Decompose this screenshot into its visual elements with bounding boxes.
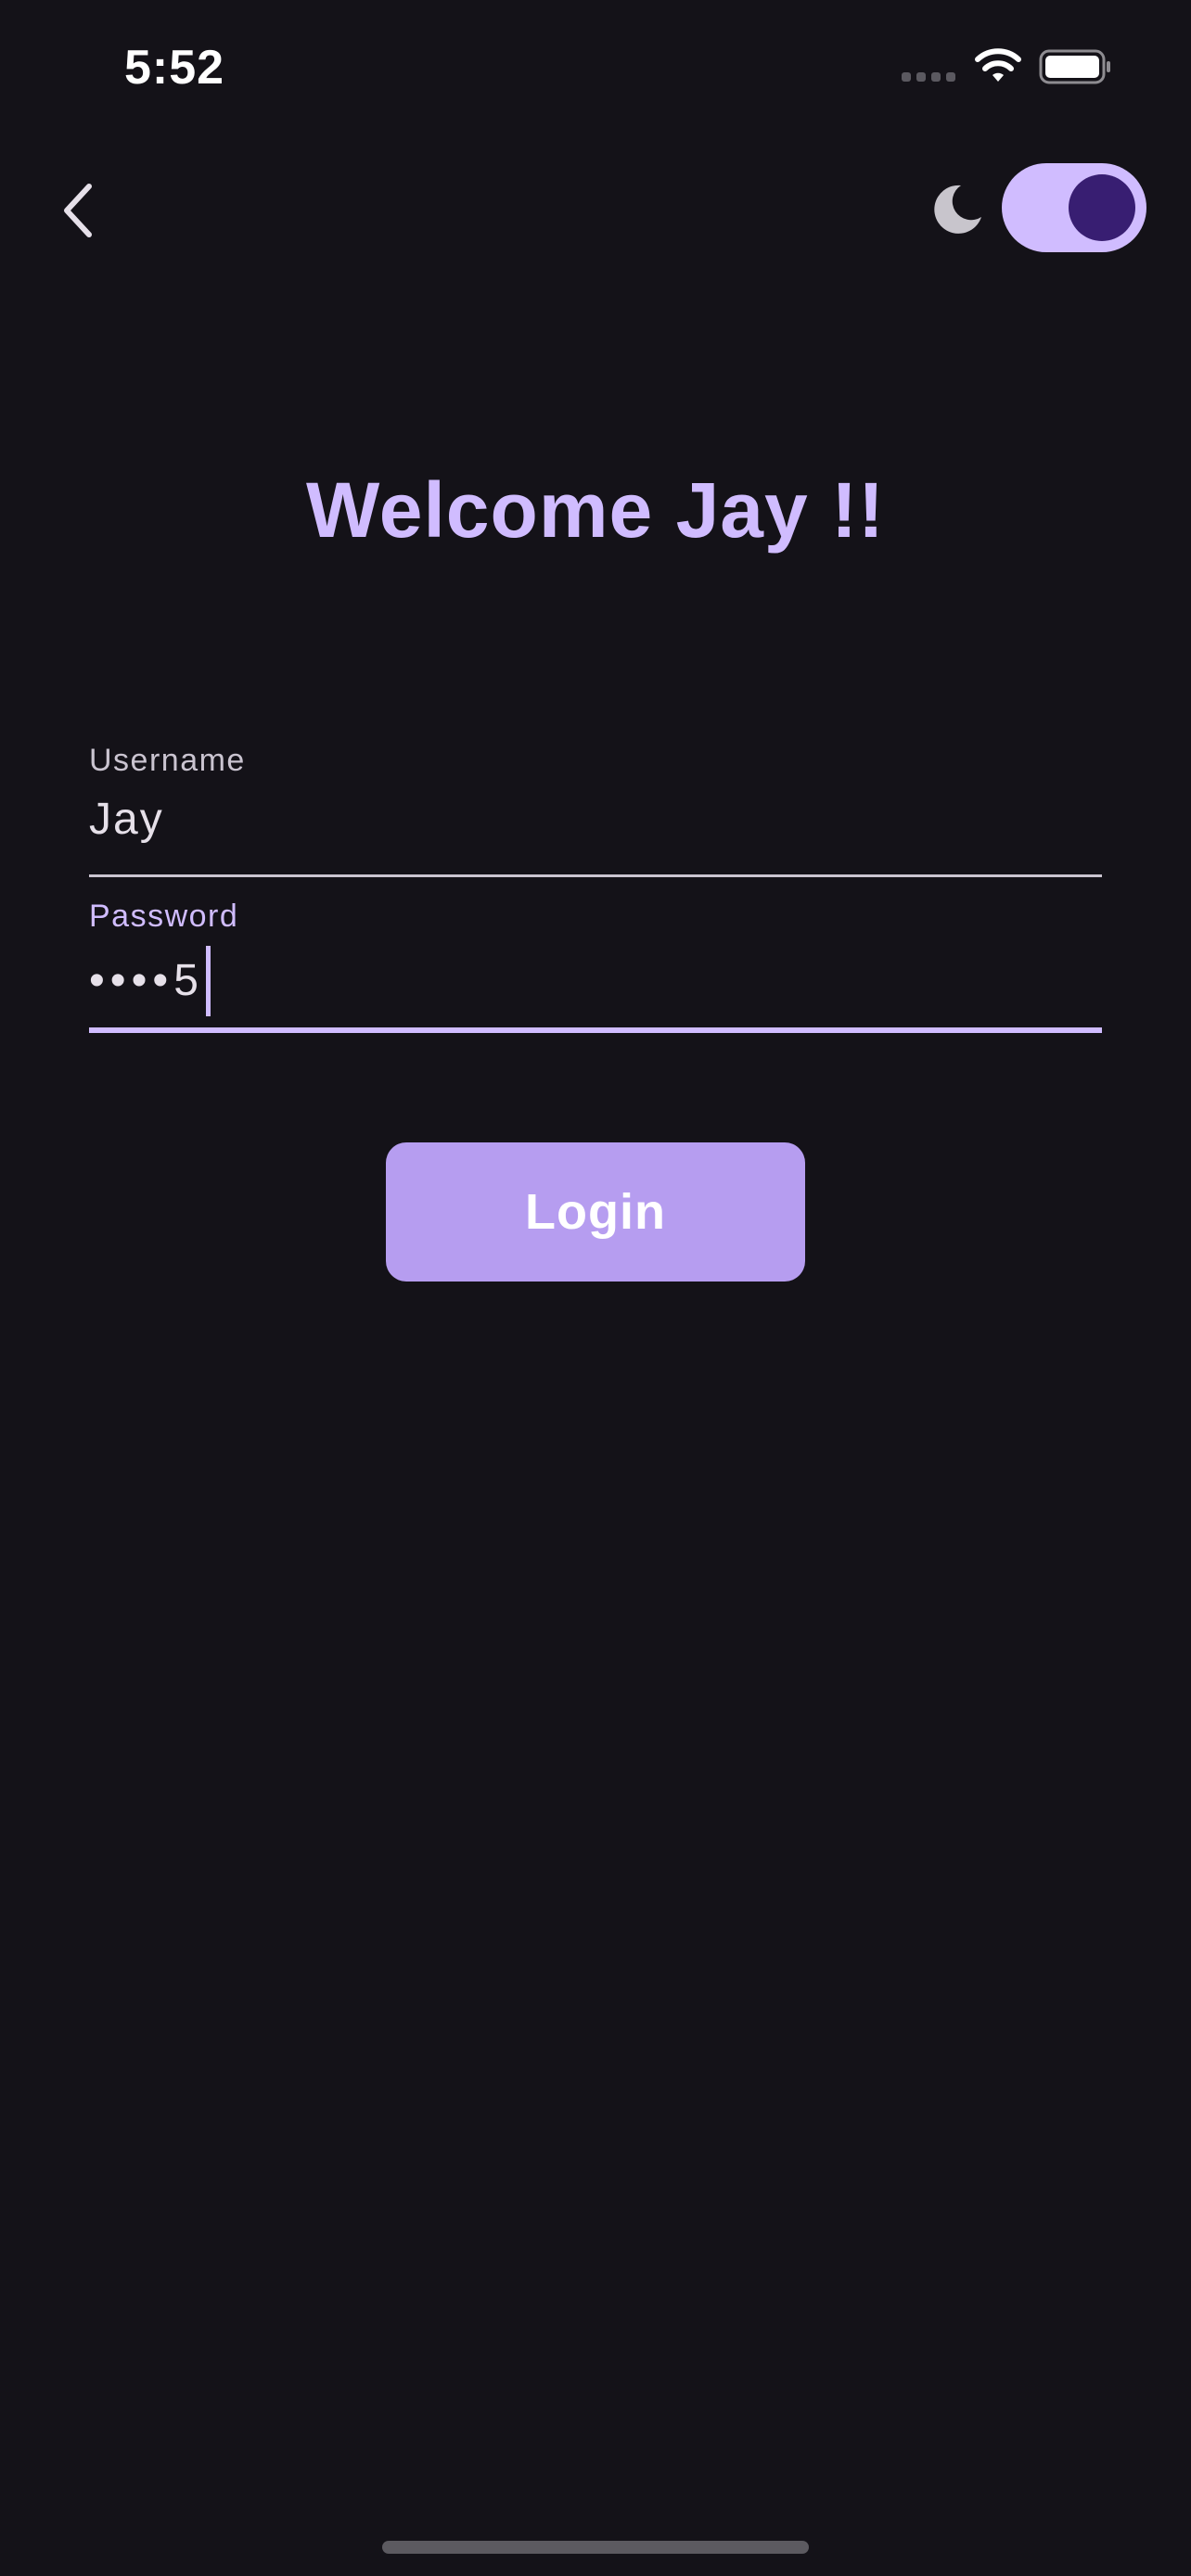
toggle-thumb	[1069, 174, 1135, 241]
status-time: 5:52	[124, 41, 225, 95]
home-indicator	[382, 2541, 809, 2554]
password-field[interactable]: Password ••••5	[89, 888, 1102, 1033]
moon-icon	[934, 185, 981, 234]
page-title: Welcome Jay !!	[305, 466, 886, 554]
password-value: ••••5	[89, 956, 204, 1005]
password-label: Password	[89, 899, 239, 934]
username-label: Username	[89, 743, 246, 778]
username-value: Jay	[89, 795, 164, 844]
username-field[interactable]: Username Jay	[89, 733, 1102, 877]
cellular-signal-icon	[902, 72, 955, 82]
battery-full-icon	[1039, 49, 1110, 84]
chevron-left-icon	[64, 184, 92, 237]
text-caret	[205, 946, 211, 1016]
password-input: ••••5	[89, 946, 211, 1016]
dark-mode-toggle[interactable]	[1002, 163, 1146, 252]
wifi-icon	[975, 48, 1021, 82]
login-button[interactable]: Login	[386, 1142, 805, 1282]
username-underline	[89, 874, 1102, 877]
back-button[interactable]	[48, 172, 108, 249]
password-underline	[89, 1027, 1102, 1033]
